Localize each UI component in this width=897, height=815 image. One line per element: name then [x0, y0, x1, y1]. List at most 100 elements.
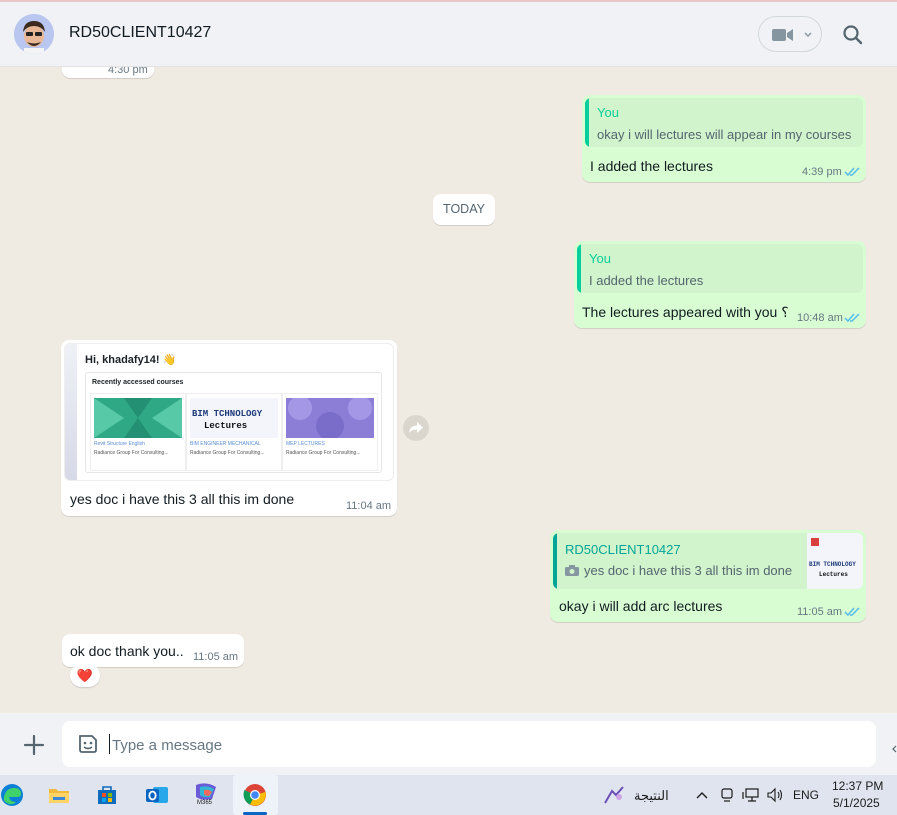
course-title: MEP LECTURES — [286, 441, 325, 447]
contact-name[interactable]: RD50CLIENT10427 — [69, 24, 211, 42]
store-icon — [98, 786, 116, 804]
message-image[interactable]: Hi, khadafy14! 👋 Recently accessed cours… — [64, 343, 394, 481]
quote-text: yes doc i have this 3 all this im done — [584, 563, 793, 578]
language-indicator[interactable]: ENG — [793, 788, 819, 802]
show-hidden-icons-button[interactable] — [694, 787, 710, 803]
screenshot-section-title: Recently accessed courses — [92, 379, 184, 386]
thumbnail-text: Lectures — [204, 421, 248, 431]
chat-header[interactable]: RD50CLIENT10427 — [0, 2, 897, 67]
quote-author: You — [589, 251, 611, 266]
message-composer — [0, 713, 897, 775]
screenshot-greeting: Hi, khadafy14! 👋 — [85, 354, 177, 366]
message-outgoing[interactable]: You I added the lectures The lectures ap… — [574, 241, 866, 328]
microsoft-store-button[interactable] — [95, 783, 119, 807]
message-time: 4:39 pm — [802, 166, 842, 178]
thumbnail-text: BIM TCHNOLOGY — [809, 561, 856, 568]
search-button[interactable] — [840, 22, 866, 48]
quoted-message[interactable]: You I added the lectures — [577, 244, 863, 293]
message-time: 11:05 am — [797, 606, 843, 618]
widget-button[interactable] — [602, 783, 626, 807]
quote-text: I added the lectures — [589, 273, 704, 288]
message-outgoing[interactable]: RD50CLIENT10427 yes doc i have this 3 al… — [550, 530, 866, 622]
thumbnail-text: BIM TCHNOLOGY — [192, 409, 263, 419]
chrome-icon — [243, 784, 266, 806]
message-list[interactable]: 4:30 pm You okay i will lectures will ap… — [0, 67, 897, 713]
camera-icon — [565, 565, 579, 576]
message-incoming[interactable]: ok doc thank you.. 11:05 am — [62, 634, 244, 667]
clock-date[interactable]: 5/1/2025 — [833, 796, 880, 810]
video-camera-icon — [772, 29, 793, 41]
thumbnail-text: Lectures — [819, 571, 848, 578]
course-thumbnail: BIM TCHNOLOGY Lectures — [190, 398, 278, 438]
course-title: Revit Structure English — [94, 441, 145, 447]
quoted-message[interactable]: You okay i will lectures will appear in … — [585, 98, 863, 147]
quote-accent-bar — [585, 98, 589, 147]
windows-taskbar: M365 النتيجة ENG 12:37 PM 5/1/2025 — [0, 775, 897, 815]
sticker-icon — [79, 735, 97, 753]
course-card: BIM TCHNOLOGY Lectures BIM ENGINEER MECH… — [186, 393, 282, 471]
video-call-button[interactable] — [758, 16, 822, 52]
chevron-left-icon — [892, 745, 897, 753]
thumbnail-logo — [811, 538, 819, 546]
image-left-strip — [65, 344, 77, 480]
course-thumbnail — [286, 398, 374, 438]
message-time: 11:05 am — [193, 651, 239, 663]
message-text: I added the lectures — [590, 158, 713, 174]
volume-button[interactable] — [766, 787, 784, 803]
search-icon — [843, 25, 863, 45]
date-divider: TODAY — [433, 194, 495, 225]
m365-icon — [196, 783, 216, 800]
sticker-button[interactable] — [76, 732, 100, 756]
course-org: Radiance Group For Consulting... — [286, 450, 361, 456]
attach-button[interactable] — [22, 733, 46, 757]
quote-text: okay i will lectures will appear in my c… — [597, 127, 852, 142]
course-card: MEP LECTURES Radiance Group For Consulti… — [282, 393, 378, 471]
widget-label[interactable]: النتيجة — [634, 788, 669, 804]
widget-icon — [604, 786, 624, 804]
message-input-box[interactable] — [62, 721, 876, 769]
webcam-icon — [721, 788, 733, 802]
read-ticks-icon — [844, 607, 860, 617]
reaction-badge[interactable]: ❤️ — [70, 664, 100, 687]
chevron-up-icon — [696, 792, 708, 799]
microsoft-365-button[interactable]: M365 — [192, 783, 220, 807]
course-org: Radiance Group For Consulting... — [94, 450, 169, 456]
quote-accent-bar — [577, 244, 581, 293]
message-time: 11:04 am — [346, 500, 392, 512]
edge-browser-button[interactable] — [0, 783, 24, 807]
m365-label: M365 — [197, 800, 213, 806]
outlook-button[interactable] — [145, 783, 169, 807]
message-incoming-image[interactable]: Hi, khadafy14! 👋 Recently accessed cours… — [61, 340, 397, 516]
folder-icon — [49, 789, 69, 803]
quoted-message[interactable]: RD50CLIENT10427 yes doc i have this 3 al… — [553, 533, 863, 589]
chrome-button-active[interactable] — [233, 775, 278, 815]
read-ticks-icon — [844, 313, 860, 323]
plus-icon — [23, 734, 45, 756]
course-title: BIM ENGINEER MECHANICAL — [190, 441, 261, 447]
speaker-icon — [767, 787, 783, 803]
quote-accent-bar — [553, 533, 557, 589]
screenshot-courses-panel: Recently accessed courses Revit Structur… — [85, 372, 382, 473]
forward-button[interactable] — [403, 415, 429, 441]
message-time: 10:48 am — [797, 312, 843, 324]
clock-time[interactable]: 12:37 PM — [832, 779, 883, 793]
meet-button[interactable] — [719, 787, 735, 803]
message-input[interactable] — [110, 721, 854, 769]
network-button[interactable] — [742, 787, 760, 803]
chevron-down-icon — [804, 32, 812, 37]
contact-avatar[interactable] — [14, 14, 54, 54]
message-time: 4:30 pm — [108, 67, 148, 76]
message-outgoing[interactable]: You okay i will lectures will appear in … — [582, 95, 866, 182]
forward-icon — [409, 422, 423, 434]
edge-icon — [1, 784, 23, 806]
file-explorer-button[interactable] — [47, 783, 71, 807]
message-text: yes doc i have this 3 all this im done — [70, 491, 295, 507]
quote-author: You — [597, 105, 619, 120]
quote-thumbnail: BIM TCHNOLOGY Lectures — [807, 533, 863, 589]
network-icon — [742, 788, 759, 802]
message-text: okay i will add arc lectures — [559, 598, 723, 614]
scroll-arrow[interactable] — [892, 740, 897, 753]
course-org: Radiance Group For Consulting... — [190, 450, 265, 456]
quote-author: RD50CLIENT10427 — [565, 542, 681, 557]
message-incoming-partial[interactable]: 4:30 pm — [62, 67, 154, 78]
